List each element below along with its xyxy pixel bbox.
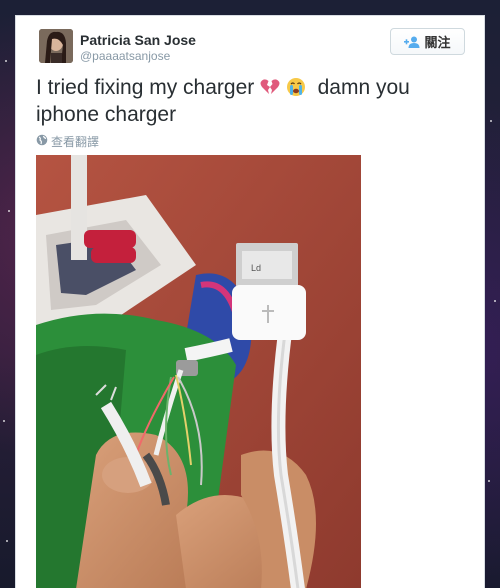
follow-button[interactable]: 關注 (390, 28, 465, 55)
crying-face-icon (286, 77, 306, 97)
translate-label: 查看翻譯 (51, 135, 100, 149)
username-handle[interactable]: @paaaatsanjose (80, 49, 170, 63)
tweet-card: Patricia San Jose @paaaatsanjose 關注 I tr… (15, 15, 485, 588)
usb-marking: Ld (251, 263, 261, 273)
translate-link[interactable]: 查看翻譯 (36, 133, 99, 150)
tweet-text: I tried fixing my charger damn you iphon… (36, 74, 476, 128)
display-name[interactable]: Patricia San Jose (80, 32, 196, 48)
add-user-icon (404, 36, 420, 48)
broken-heart-icon (260, 77, 280, 97)
avatar[interactable] (39, 29, 73, 63)
tweet-photo[interactable]: Ld (36, 155, 361, 588)
tweet-text-part1: I tried fixing my charger (36, 76, 255, 99)
globe-icon (36, 134, 48, 149)
follow-button-label: 關注 (424, 35, 451, 50)
